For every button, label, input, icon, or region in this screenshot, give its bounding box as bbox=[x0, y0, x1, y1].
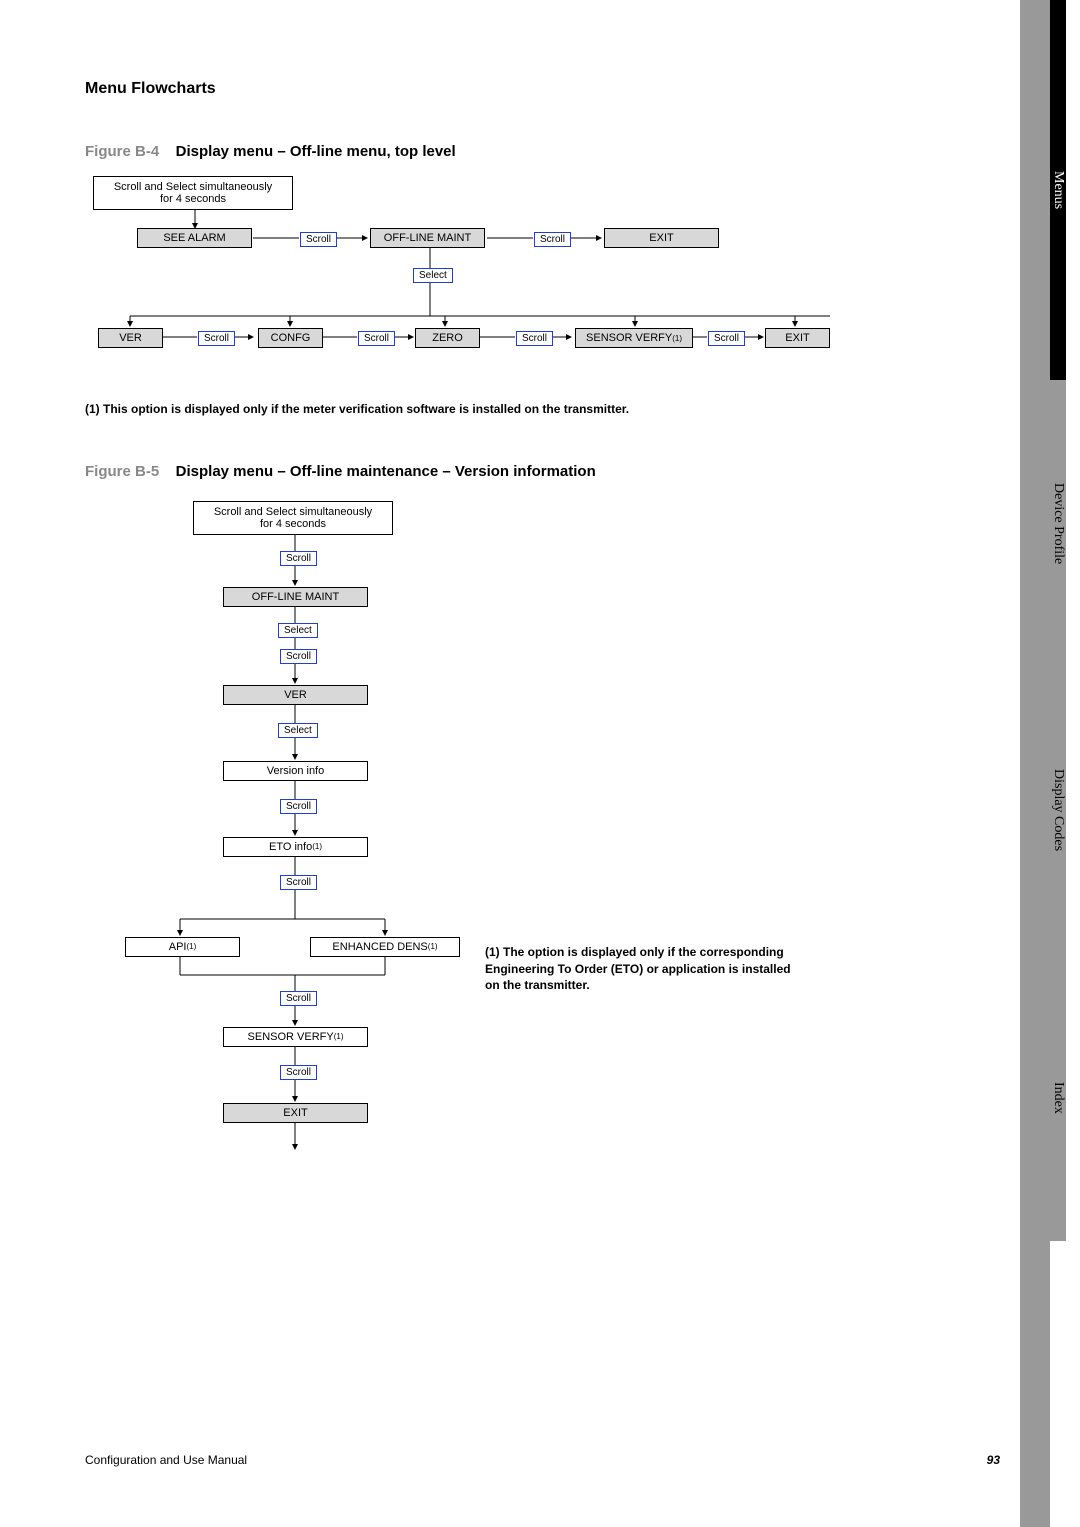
box-eto-info: ETO info (1) bbox=[223, 837, 368, 857]
footer-left: Configuration and Use Manual bbox=[85, 1453, 247, 1467]
box-exit2-b4: EXIT bbox=[765, 328, 830, 348]
label-scroll-b5-3: Scroll bbox=[280, 799, 317, 814]
box-offline-maint-b5: OFF-LINE MAINT bbox=[223, 587, 368, 607]
box-ver-b5: VER bbox=[223, 685, 368, 705]
label-scroll-3: Scroll bbox=[198, 331, 235, 346]
box-sensor-verfy-b4: SENSOR VERFY(1) bbox=[575, 328, 693, 348]
box-version-info: Version info bbox=[223, 761, 368, 781]
box-scroll-select-b4: Scroll and Select simultaneously for 4 s… bbox=[93, 176, 293, 210]
box-exit-b5: EXIT bbox=[223, 1103, 368, 1123]
diagram-b4: Scroll and Select simultaneously for 4 s… bbox=[85, 176, 845, 386]
footer-right: 93 bbox=[987, 1453, 1000, 1467]
figure-b4-label: Figure B-4 bbox=[85, 143, 159, 160]
box-ver-b4: VER bbox=[98, 328, 163, 348]
box-see-alarm: SEE ALARM bbox=[137, 228, 252, 248]
box-offline-maint-b4: OFF-LINE MAINT bbox=[370, 228, 485, 248]
label-scroll-b5-5: Scroll bbox=[280, 991, 317, 1006]
figure-b4-title: Display menu – Off-line menu, top level bbox=[176, 143, 456, 160]
label-scroll-b5-2: Scroll bbox=[280, 649, 317, 664]
label-scroll-b5-1: Scroll bbox=[280, 551, 317, 566]
box-exit-b4: EXIT bbox=[604, 228, 719, 248]
label-scroll-1: Scroll bbox=[300, 232, 337, 247]
label-scroll-2: Scroll bbox=[534, 232, 571, 247]
figure-b5-label: Figure B-5 bbox=[85, 463, 159, 480]
box-sensor-verfy-b5: SENSOR VERFY(1) bbox=[223, 1027, 368, 1047]
side-tabs: Menus Device Profile Display Codes Index bbox=[1050, 0, 1080, 1527]
figure-b5-heading: Figure B-5 Display menu – Off-line maint… bbox=[85, 463, 880, 481]
label-select-b4: Select bbox=[413, 268, 453, 283]
label-scroll-5: Scroll bbox=[516, 331, 553, 346]
footnote-b5: (1) The option is displayed only if the … bbox=[485, 944, 805, 994]
footnote-b4: (1) This option is displayed only if the… bbox=[85, 401, 880, 418]
label-scroll-6: Scroll bbox=[708, 331, 745, 346]
box-zero: ZERO bbox=[415, 328, 480, 348]
label-select-b5-1: Select bbox=[278, 623, 318, 638]
tab-display-codes[interactable]: Display Codes bbox=[1050, 667, 1066, 954]
tab-menus[interactable]: Menus bbox=[1050, 0, 1066, 380]
box-confg: CONFG bbox=[258, 328, 323, 348]
label-scroll-4: Scroll bbox=[358, 331, 395, 346]
label-scroll-b5-6: Scroll bbox=[280, 1065, 317, 1080]
figure-b5-title: Display menu – Off-line maintenance – Ve… bbox=[176, 463, 596, 480]
label-select-b5-2: Select bbox=[278, 723, 318, 738]
label-scroll-b5-4: Scroll bbox=[280, 875, 317, 890]
side-bar bbox=[1020, 0, 1050, 1527]
figure-b4-heading: Figure B-4 Display menu – Off-line menu,… bbox=[85, 143, 880, 161]
section-title: Menu Flowcharts bbox=[85, 80, 880, 98]
box-enhanced-dens: ENHANCED DENS(1) bbox=[310, 937, 460, 957]
tab-index[interactable]: Index bbox=[1050, 954, 1066, 1241]
tab-device-profile[interactable]: Device Profile bbox=[1050, 380, 1066, 667]
box-scroll-select-b5: Scroll and Select simultaneously for 4 s… bbox=[193, 501, 393, 535]
diagram-b5: Scroll and Select simultaneously for 4 s… bbox=[85, 501, 845, 1221]
box-api: API(1) bbox=[125, 937, 240, 957]
